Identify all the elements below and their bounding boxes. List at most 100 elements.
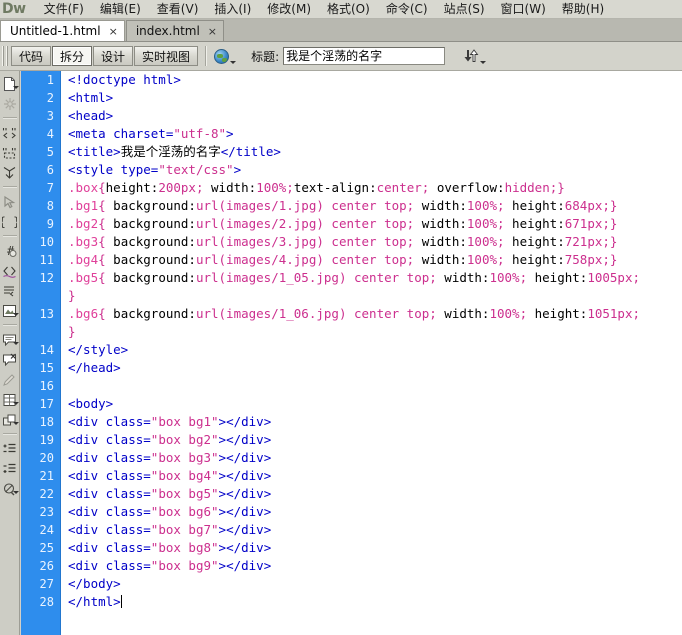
code-line[interactable]: <div class="box bg4"></div> (68, 467, 682, 485)
line-number: 10 (39, 235, 54, 249)
highlight-invalid-code-icon[interactable]: # (1, 241, 19, 260)
move-css-rules-icon[interactable] (1, 410, 19, 429)
line-number: 19 (39, 433, 54, 447)
line-number: 14 (39, 343, 54, 357)
code-line[interactable]: } (68, 287, 682, 305)
code-line[interactable]: <div class="box bg3"></div> (68, 449, 682, 467)
coding-toolbar: { } # (0, 71, 20, 635)
code-line[interactable]: .box{height:200px; width:100%;text-align… (68, 179, 682, 197)
wrap-tag-icon[interactable] (1, 281, 19, 300)
code-line[interactable]: </style> (68, 341, 682, 359)
document-toolbar: 代码 拆分 设计 实时视图 标题: 我是个淫荡的名字 (0, 42, 682, 71)
menu-commands[interactable]: 命令(C) (378, 0, 436, 18)
code-line[interactable]: <!doctype html> (68, 71, 682, 89)
comment-bubble-icon[interactable] (1, 330, 19, 349)
snippet-icon[interactable] (1, 94, 19, 113)
menu-window[interactable]: 窗口(W) (493, 0, 554, 18)
code-line[interactable]: <div class="box bg1"></div> (68, 413, 682, 431)
insert-table-icon[interactable] (1, 390, 19, 409)
code-line[interactable]: <div class="box bg7"></div> (68, 521, 682, 539)
apply-comment-icon[interactable] (1, 261, 19, 280)
code-line[interactable]: <meta charset="utf-8"> (68, 125, 682, 143)
view-button-live-view[interactable]: 实时视图 (134, 46, 199, 66)
chevron-down-icon (12, 422, 19, 425)
select-parent-tag-icon[interactable] (1, 192, 19, 211)
menu-file[interactable]: 文件(F) (36, 0, 92, 18)
collapse-outside-tag-icon[interactable] (1, 143, 19, 162)
code-line[interactable]: <title>我是个淫荡的名字</title> (68, 143, 682, 161)
line-number: 9 (46, 217, 54, 231)
code-line[interactable]: <body> (68, 395, 682, 413)
line-number: 4 (46, 127, 54, 141)
dreamweaver-window: Dw 文件(F) 编辑(E) 查看(V) 插入(I) 修改(M) 格式(O) 命… (0, 0, 682, 635)
code-line[interactable]: </html> (68, 593, 682, 611)
code-line[interactable]: <div class="box bg9"></div> (68, 557, 682, 575)
code-line[interactable]: <style type="text/css"> (68, 161, 682, 179)
remove-comment-icon[interactable] (1, 350, 19, 369)
chevron-down-icon (12, 342, 19, 345)
menu-format[interactable]: 格式(O) (319, 0, 378, 18)
code-line[interactable]: .bg3{ background:url(images/3.jpg) cente… (68, 233, 682, 251)
page-title-input[interactable]: 我是个淫荡的名字 (283, 47, 446, 65)
indent-code-icon[interactable] (1, 439, 19, 458)
new-document-icon[interactable] (1, 74, 19, 93)
document-tab-bar: Untitled-1.html × index.html × (0, 19, 682, 42)
collapse-full-tag-icon[interactable] (1, 123, 19, 142)
menu-help[interactable]: 帮助(H) (554, 0, 612, 18)
tab-index-html[interactable]: index.html × (125, 20, 225, 41)
dreamweaver-logo: Dw (2, 1, 26, 17)
toolbar-separator (205, 46, 208, 66)
text-cursor (120, 595, 122, 608)
outdent-code-icon[interactable] (1, 459, 19, 478)
line-number: 3 (46, 109, 54, 123)
line-number: 22 (39, 487, 54, 501)
file-management-button[interactable] (461, 46, 487, 67)
code-line[interactable]: } (68, 323, 682, 341)
code-line[interactable]: <div class="box bg6"></div> (68, 503, 682, 521)
rail-separator (2, 433, 17, 435)
code-line[interactable]: <div class="box bg2"></div> (68, 431, 682, 449)
preview-in-browser-button[interactable] (213, 46, 237, 67)
chevron-down-icon (479, 60, 486, 64)
code-line[interactable]: .bg4{ background:url(images/4.jpg) cente… (68, 251, 682, 269)
close-icon[interactable]: × (109, 25, 118, 38)
tab-untitled-1-html[interactable]: Untitled-1.html × (0, 20, 125, 41)
line-number: 7 (46, 181, 54, 195)
code-line[interactable]: <html> (68, 89, 682, 107)
line-number: 20 (39, 451, 54, 465)
code-line[interactable]: <div class="box bg8"></div> (68, 539, 682, 557)
rail-separator (2, 235, 17, 237)
line-number: 11 (39, 253, 54, 267)
edit-pencil-icon[interactable] (1, 370, 19, 389)
menu-edit[interactable]: 编辑(E) (92, 0, 149, 18)
view-button-split[interactable]: 拆分 (52, 46, 93, 66)
view-button-design[interactable]: 设计 (93, 46, 134, 66)
recent-snippets-icon[interactable] (1, 301, 19, 320)
menu-site[interactable]: 站点(S) (436, 0, 493, 18)
code-line[interactable]: </head> (68, 359, 682, 377)
code-line[interactable]: </body> (68, 575, 682, 593)
line-number (21, 287, 60, 305)
close-icon[interactable]: × (208, 25, 217, 38)
format-source-code-icon[interactable] (1, 479, 19, 498)
line-number: 8 (46, 199, 54, 213)
code-line[interactable]: .bg5{ background:url(images/1_05.jpg) ce… (68, 269, 682, 287)
toolbar-grip[interactable] (2, 46, 8, 66)
menu-insert[interactable]: 插入(I) (206, 0, 259, 18)
code-line[interactable]: <div class="box bg5"></div> (68, 485, 682, 503)
code-line[interactable]: .bg6{ background:url(images/1_06.jpg) ce… (68, 305, 682, 323)
menu-modify[interactable]: 修改(M) (259, 0, 319, 18)
expand-all-icon[interactable] (1, 163, 19, 182)
balance-braces-icon[interactable]: { } (1, 212, 19, 231)
line-number: 1 (46, 73, 54, 87)
code-line[interactable]: .bg2{ background:url(images/2.jpg) cente… (68, 215, 682, 233)
code-line[interactable]: <head> (68, 107, 682, 125)
code-line[interactable]: .bg1{ background:url(images/1.jpg) cente… (68, 197, 682, 215)
line-number: 23 (39, 505, 54, 519)
view-button-code[interactable]: 代码 (11, 46, 52, 66)
code-line[interactable] (68, 377, 682, 395)
code-view[interactable]: 1 2 3 4 5 6 7 8 9 10 11 12 13 14 15 16 17 18 19 20 21 22 23 24 2… (21, 71, 682, 635)
menu-view[interactable]: 查看(V) (149, 0, 207, 18)
line-number: 18 (39, 415, 54, 429)
code-text-area[interactable]: <!doctype html> <html> <head> <meta charset… (62, 71, 682, 635)
